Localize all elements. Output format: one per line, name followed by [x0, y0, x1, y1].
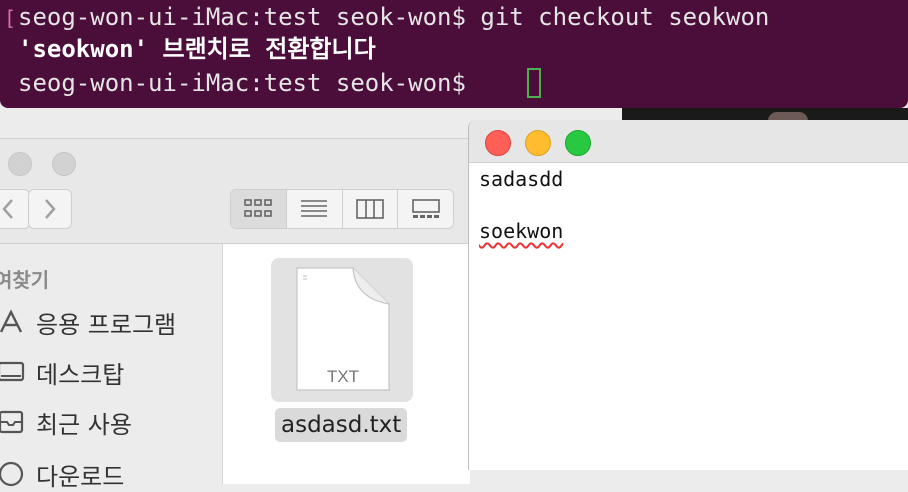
file-item-asdasd[interactable]: TXT	[271, 258, 413, 402]
document-line-3-misspelled: soekwon	[479, 219, 564, 243]
grid-icon	[244, 199, 273, 217]
sidebar-item-label: 데스크탑	[36, 360, 125, 389]
column-view-button[interactable]	[343, 190, 399, 228]
gallery-view-button[interactable]	[398, 190, 453, 228]
terminal-cursor	[527, 68, 541, 98]
textedit-document[interactable]: sadasdd soekwon	[479, 166, 563, 244]
forward-button[interactable]	[28, 189, 72, 229]
textedit-window[interactable]: sadasdd soekwon	[468, 120, 908, 470]
finder-sidebar: 여찾기 응용 프로그램 데스크탑 최근 사용 다운로드	[0, 244, 223, 491]
recents-icon	[0, 407, 26, 437]
list-icon	[301, 200, 328, 217]
applications-icon	[0, 307, 26, 337]
back-button[interactable]	[0, 189, 30, 229]
sidebar-item-downloads[interactable]: 다운로드	[0, 456, 124, 492]
view-mode-segmented-control	[230, 189, 454, 229]
finder-minimize-button[interactable]	[8, 152, 32, 176]
text-document-icon: TXT	[296, 267, 390, 391]
file-name-label[interactable]: asdasd.txt	[275, 408, 408, 442]
desktop-icon	[0, 357, 26, 387]
close-button[interactable]	[485, 130, 511, 156]
finder-zoom-button[interactable]	[52, 152, 76, 176]
finder-toolbar	[0, 139, 470, 244]
sidebar-item-label: 다운로드	[36, 462, 125, 491]
terminal-line-2: 'seokwon' 브랜치로 전환합니다	[18, 35, 376, 63]
sidebar-item-desktop[interactable]: 데스크탑	[0, 354, 124, 390]
file-type-label: TXT	[327, 367, 359, 386]
zoom-button[interactable]	[565, 130, 591, 156]
chevron-right-icon	[45, 199, 56, 219]
sidebar-item-label: 응용 프로그램	[36, 310, 177, 339]
finder-file-area: TXT asdasd.txt	[223, 244, 470, 484]
terminal-prompt: seog-won-ui-iMac:test seok-won$	[18, 69, 481, 97]
gallery-icon	[411, 199, 440, 218]
sidebar-item-recents[interactable]: 최근 사용	[0, 404, 132, 440]
textedit-titlebar	[469, 120, 908, 163]
chevron-left-icon	[2, 199, 13, 219]
list-view-button[interactable]	[287, 190, 343, 228]
document-line-1: sadasdd	[479, 167, 564, 191]
icon-view-button[interactable]	[231, 190, 287, 228]
terminal-line-1: seog-won-ui-iMac:test seok-won$ git chec…	[18, 3, 770, 31]
sidebar-heading-favorites: 여찾기	[0, 268, 50, 292]
finder-window[interactable]: 여찾기 응용 프로그램 데스크탑 최근 사용 다운로드 TXT asdasd.t…	[0, 138, 470, 491]
columns-icon	[356, 199, 384, 219]
sidebar-item-label: 최근 사용	[36, 410, 132, 439]
prompt-bracket: [	[4, 6, 17, 30]
document-line-2	[479, 192, 563, 218]
minimize-button[interactable]	[525, 130, 551, 156]
downloads-icon	[0, 459, 26, 489]
sidebar-item-applications[interactable]: 응용 프로그램	[0, 304, 176, 340]
terminal-window[interactable]: [ seog-won-ui-iMac:test seok-won$ git ch…	[0, 0, 908, 108]
